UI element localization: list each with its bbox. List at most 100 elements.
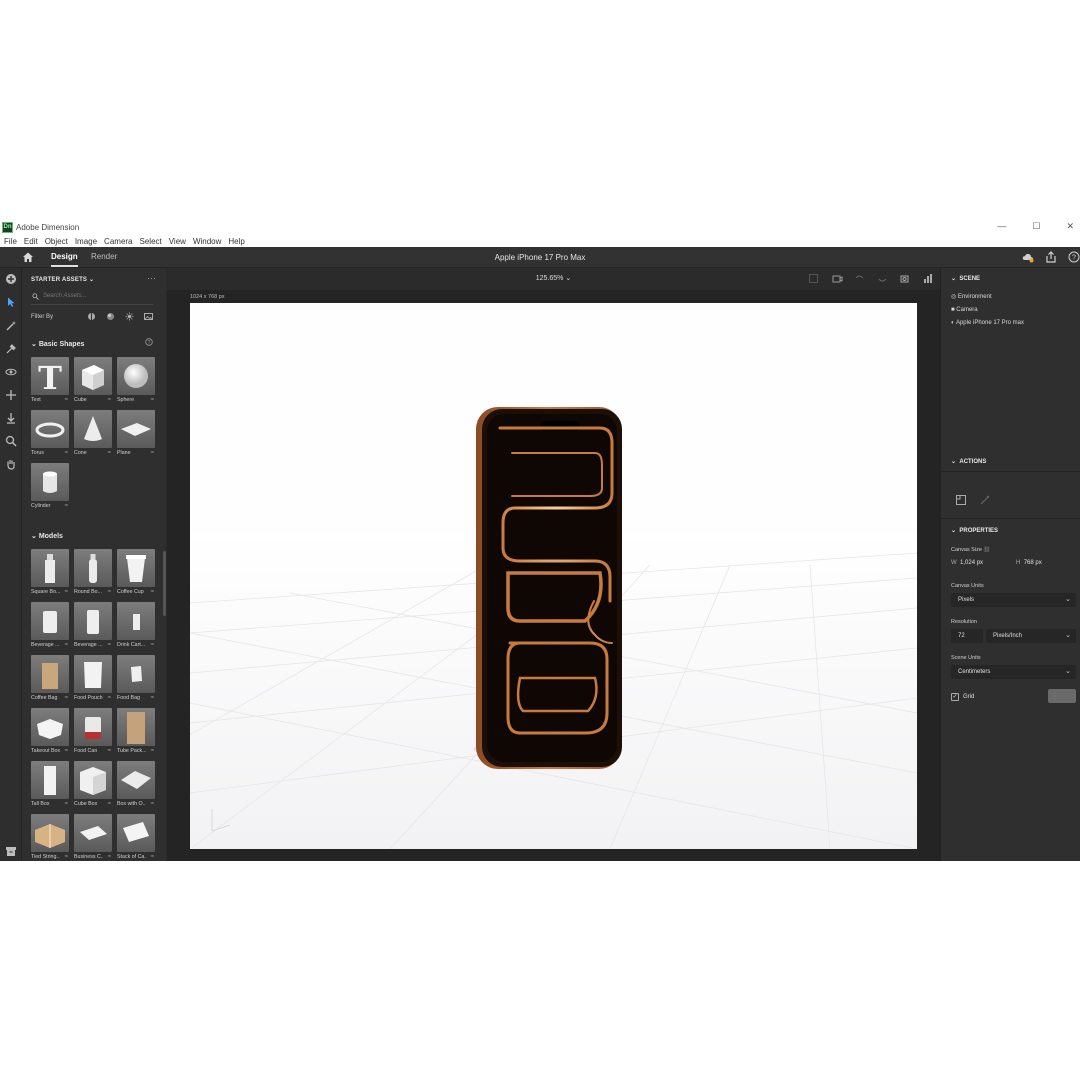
canvas-units-select[interactable]: Pixels ⌄ [951,593,1076,607]
swap-icon[interactable]: ≈ [108,748,111,754]
swap-icon[interactable]: ≈ [108,695,111,701]
resolution-units-select[interactable]: Pixels/Inch ⌄ [986,629,1076,643]
menu-file[interactable]: File [4,237,17,246]
archive-icon[interactable] [5,845,17,857]
scene-item-model[interactable]: ◐ Apple iPhone 17 Pro max [951,320,1024,326]
model-tile[interactable]: Tall Box ≈ [31,761,69,811]
model-tile[interactable]: Tube Pack... ≈ [117,708,155,758]
scene-item-camera[interactable]: ■ Camera [951,307,978,313]
model-tile[interactable]: Square Bo... ≈ [31,549,69,599]
swap-icon[interactable]: ≈ [108,642,111,648]
more-options-icon[interactable]: ··· [147,273,156,283]
help-icon[interactable]: ? [1068,251,1080,263]
frame-icon[interactable] [808,273,819,284]
menu-edit[interactable]: Edit [24,237,38,246]
cloud-sync-icon[interactable] [1022,251,1034,263]
swap-icon[interactable]: ≈ [151,642,154,648]
dolly-icon[interactable] [5,412,17,424]
model-tile[interactable]: Tied String... ≈ [31,814,69,861]
model-tile[interactable]: Drink Cart... ≈ [117,602,155,652]
swap-icon[interactable]: ≈ [65,748,68,754]
models-header[interactable]: ⌄ Models [31,532,63,540]
close-button[interactable]: ✕ [1066,221,1074,232]
magic-wand-icon[interactable] [5,320,17,332]
help-circle-icon[interactable]: ? [145,338,153,346]
grid-color-swatch[interactable] [1048,689,1076,703]
orbit-icon[interactable] [5,366,17,378]
menu-camera[interactable]: Camera [104,237,132,246]
model-tile[interactable]: Food Can ≈ [74,708,112,758]
grid-checkbox[interactable]: ✓ [951,693,959,701]
asset-tile[interactable]: Cube ≈ [74,357,112,407]
zoom-level[interactable]: 125.65% ⌄ [167,274,940,282]
phone-model[interactable] [476,407,622,769]
swap-icon[interactable]: ≈ [151,695,154,701]
magic-action-icon[interactable] [979,494,991,506]
minimize-button[interactable]: — [997,221,1006,232]
filter-models-icon[interactable] [87,312,96,321]
canvas-height-field[interactable]: H 768 px [1016,560,1042,566]
swap-icon[interactable]: ≈ [65,801,68,807]
basic-shapes-header[interactable]: ⌄ Basic Shapes [31,340,84,348]
model-tile[interactable]: Coffee Bag ≈ [31,655,69,705]
swap-icon[interactable]: ≈ [65,450,68,456]
swap-icon[interactable]: ≈ [65,503,68,509]
model-tile[interactable]: Beverage ... ≈ [31,602,69,652]
swap-icon[interactable]: ≈ [65,695,68,701]
canvas-width-field[interactable]: W 1,024 px [951,560,983,566]
model-tile[interactable]: Cube Box ≈ [74,761,112,811]
model-tile[interactable]: Food Bag ≈ [117,655,155,705]
menu-object[interactable]: Object [45,237,68,246]
model-tile[interactable]: Box with O... ≈ [117,761,155,811]
swap-icon[interactable]: ≈ [108,589,111,595]
swap-icon[interactable]: ≈ [151,589,154,595]
filter-lights-icon[interactable] [125,312,134,321]
model-tile[interactable]: Business C... ≈ [74,814,112,861]
swap-icon[interactable]: ≈ [108,397,111,403]
scene-header[interactable]: ⌄ SCENE [951,275,980,282]
menu-image[interactable]: Image [75,237,97,246]
menu-help[interactable]: Help [228,237,244,246]
swap-icon[interactable]: ≈ [151,450,154,456]
fit-to-view-icon[interactable] [955,494,967,506]
scene-item-environment[interactable]: ◎ Environment [951,293,992,300]
link-icon[interactable]: ⛓ [983,547,990,553]
asset-tile[interactable]: Cylinder ≈ [31,463,69,513]
filter-materials-icon[interactable] [106,312,115,321]
render-canvas[interactable] [190,303,917,849]
asset-tile[interactable]: Cone ≈ [74,410,112,460]
model-tile[interactable]: Round Bo... ≈ [74,549,112,599]
asset-tile[interactable]: T Text ≈ [31,357,69,407]
add-icon[interactable] [5,273,17,285]
menu-window[interactable]: Window [193,237,221,246]
swap-icon[interactable]: ≈ [65,642,68,648]
search-input[interactable]: Search Assets... [31,290,153,305]
asset-tile[interactable]: Sphere ≈ [117,357,155,407]
properties-header[interactable]: ⌄ PROPERTIES [951,527,998,534]
swap-icon[interactable]: ≈ [151,801,154,807]
camera-view-icon[interactable] [900,273,911,284]
swap-icon[interactable]: ≈ [108,450,111,456]
swap-icon[interactable]: ≈ [108,854,111,860]
maximize-button[interactable]: ☐ [1032,221,1040,232]
swap-icon[interactable]: ≈ [108,801,111,807]
asset-tile[interactable]: Torus ≈ [31,410,69,460]
assets-header[interactable]: STARTER ASSETS ⌄ [31,276,94,283]
swap-icon[interactable]: ≈ [65,397,68,403]
swap-icon[interactable]: ≈ [65,854,68,860]
model-tile[interactable]: Coffee Cup ≈ [117,549,155,599]
share-icon[interactable] [1045,251,1057,263]
sample-material-icon[interactable] [5,343,17,355]
swap-icon[interactable]: ≈ [151,854,154,860]
assets-scrollbar[interactable] [163,551,166,616]
undo-view-icon[interactable] [854,273,865,284]
hand-icon[interactable] [5,458,17,470]
actions-header[interactable]: ⌄ ACTIONS [951,458,986,465]
redo-view-icon[interactable] [877,273,888,284]
model-tile[interactable]: Food Pouch ≈ [74,655,112,705]
scene-units-select[interactable]: Centimeters ⌄ [951,665,1076,679]
menu-select[interactable]: Select [140,237,162,246]
histogram-icon[interactable] [923,273,934,284]
camera-bookmark-icon[interactable] [832,273,843,284]
resolution-input[interactable]: 72 [951,629,983,643]
